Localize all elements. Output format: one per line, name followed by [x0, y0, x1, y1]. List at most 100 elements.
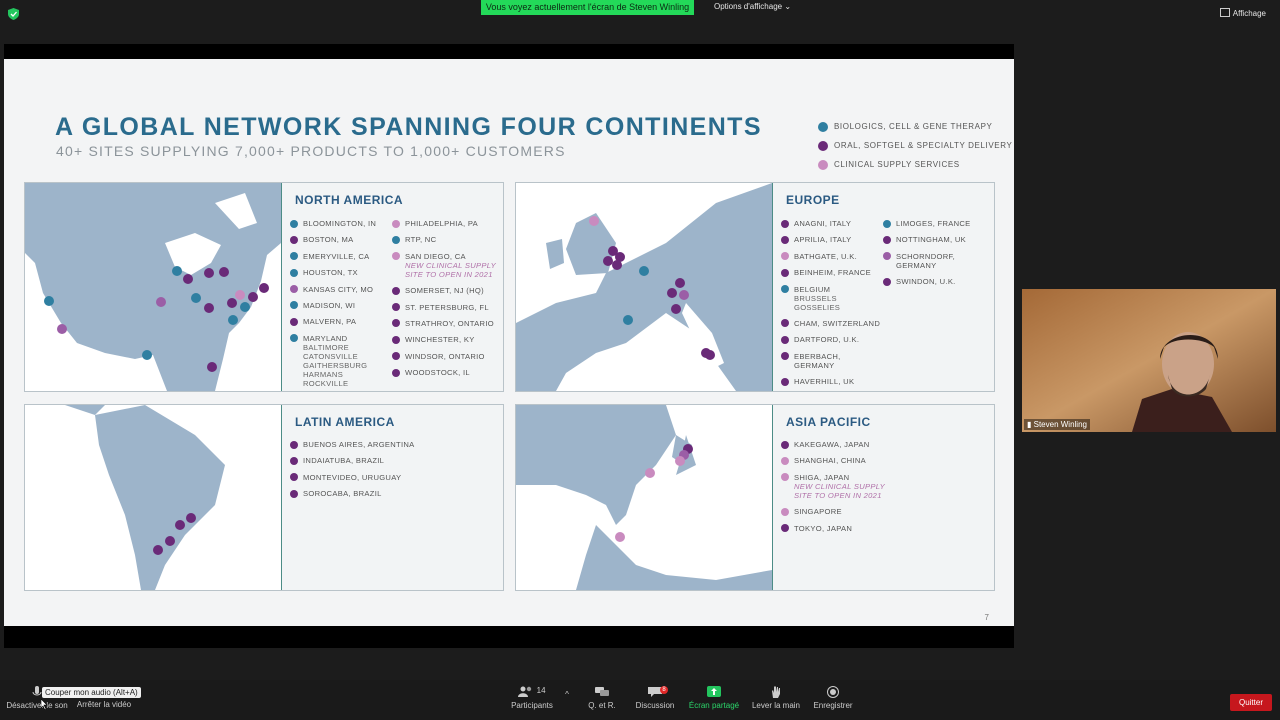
- site-marker-dot: [290, 252, 298, 261]
- site-name: BELGIUM: [794, 284, 831, 294]
- site-text: APRILIA, ITALY: [794, 235, 852, 244]
- panel-europe: EUROPE ANAGNI, ITALY APRILIA, ITALY BATHGA…: [515, 182, 995, 392]
- site-list: ANAGNI, ITALY APRILIA, ITALY BATHGATE, U.K…: [781, 219, 881, 391]
- site-name: APRILIA, ITALY: [794, 235, 852, 245]
- site-marker-dot: [781, 335, 789, 344]
- participants-menu-caret[interactable]: ^: [563, 690, 571, 699]
- stop-video-button[interactable]: Arrêter la vidéo: [76, 700, 132, 709]
- site-name: SOROCABA, BRAZIL: [303, 489, 382, 499]
- legend-item: BIOLOGICS, CELL & GENE THERAPY: [818, 117, 1012, 136]
- site-text: WINCHESTER, KY: [405, 335, 475, 344]
- site-text: INDAIATUBA, BRAZIL: [303, 456, 384, 465]
- site-list-item: KAKEGAWA, JAPAN: [781, 440, 981, 449]
- site-name: MARYLAND: [303, 333, 348, 343]
- qa-button[interactable]: Q. et R.: [586, 686, 618, 710]
- legend-label: CLINICAL SUPPLY SERVICES: [834, 160, 960, 169]
- share-screen-icon: [707, 686, 721, 697]
- site-text: MARYLAND BALTIMORE CATONSVILLE GAITHERSBU…: [303, 334, 367, 388]
- site-note: NEW CLINICAL SUPPLY SITE TO OPEN IN 2021: [405, 260, 496, 279]
- site-map-marker: [219, 267, 229, 277]
- share-screen-button[interactable]: Écran partagé: [688, 686, 740, 710]
- legend-dot: [818, 140, 828, 151]
- legend-label: ORAL, SOFTGEL & SPECIALTY DELIVERY: [834, 141, 1013, 150]
- security-shield-icon[interactable]: [8, 8, 19, 20]
- site-list-item: BLOOMINGTON, IN: [290, 219, 390, 228]
- site-map-marker: [705, 350, 715, 360]
- site-marker-dot: [781, 440, 789, 449]
- record-label: Enregistrer: [813, 701, 853, 710]
- view-options-dropdown[interactable]: Options d'affichage ⌄: [714, 2, 791, 11]
- site-list-item: NOTTINGHAM, UK: [883, 235, 991, 244]
- participants-button[interactable]: 14 Participants: [508, 686, 556, 710]
- site-list-item: BELGIUM BRUSSELS GOSSELIES: [781, 285, 881, 312]
- site-text: BOSTON, MA: [303, 235, 354, 244]
- chat-button[interactable]: Discussion: [634, 686, 676, 710]
- site-text: SHANGHAI, CHINA: [794, 456, 866, 465]
- site-map-marker: [153, 545, 163, 555]
- site-map-marker: [615, 532, 625, 542]
- site-name: DARTFORD, U.K.: [794, 335, 860, 345]
- participants-icon: [518, 686, 532, 697]
- site-map-marker: [57, 324, 67, 334]
- region-title: ASIA PACIFIC: [786, 415, 871, 429]
- site-text: STRATHROY, ONTARIO: [405, 319, 494, 328]
- site-marker-dot: [290, 285, 298, 294]
- quit-button[interactable]: Quitter: [1230, 694, 1272, 711]
- site-name: ST. PETERSBURG, FL: [405, 302, 489, 312]
- site-sublocations: BALTIMORE CATONSVILLE GAITHERSBURG HARMA…: [303, 342, 368, 388]
- record-icon: [827, 686, 839, 698]
- site-marker-dot: [290, 301, 298, 310]
- record-button[interactable]: Enregistrer: [810, 686, 856, 710]
- site-text: SOMERSET, NJ (HQ): [405, 286, 484, 295]
- view-button[interactable]: Affichage: [1219, 8, 1266, 18]
- site-name: BOSTON, MA: [303, 235, 354, 245]
- participant-video-tile[interactable]: [1022, 289, 1276, 432]
- site-map-marker: [675, 456, 685, 466]
- site-map-marker: [183, 274, 193, 284]
- site-map-marker: [240, 302, 250, 312]
- region-title: EUROPE: [786, 193, 840, 207]
- site-text: SINGAPORE: [794, 507, 842, 516]
- site-list: KAKEGAWA, JAPAN SHANGHAI, CHINA SHIGA, JAP…: [781, 440, 981, 540]
- site-name: CHAM, SWITZERLAND: [794, 318, 881, 328]
- site-name: SINGAPORE: [794, 507, 842, 517]
- site-list: BUENOS AIRES, ARGENTINA INDAIATUBA, BRAZI…: [290, 440, 490, 506]
- legend-label: BIOLOGICS, CELL & GENE THERAPY: [834, 122, 993, 131]
- site-list-item: ST. PETERSBURG, FL: [392, 303, 500, 312]
- site-list-item: CHAM, SWITZERLAND: [781, 319, 881, 328]
- site-text: ANAGNI, ITALY: [794, 219, 851, 228]
- site-list-item: SAN DIEGO, CA NEW CLINICAL SUPPLY SITE TO…: [392, 252, 500, 279]
- site-map-marker: [589, 216, 599, 226]
- site-marker-dot: [781, 219, 789, 228]
- site-marker-dot: [781, 252, 789, 261]
- site-map-marker: [156, 297, 166, 307]
- site-list-item: DARTFORD, U.K.: [781, 335, 881, 344]
- site-name: MALVERN, PA: [303, 317, 357, 327]
- site-marker-dot: [781, 473, 789, 482]
- site-list-item: RTP, NC: [392, 235, 500, 244]
- site-marker-dot: [883, 252, 891, 261]
- panel-latin-america: LATIN AMERICA BUENOS AIRES, ARGENTINA IND…: [24, 404, 504, 591]
- stop-video-label: Arrêter la vidéo: [76, 700, 132, 709]
- site-text: PHILADELPHIA, PA: [405, 219, 478, 228]
- qa-label: Q. et R.: [588, 701, 616, 710]
- mute-button-label: Désactiver le son: [6, 701, 68, 710]
- raise-hand-button[interactable]: Lever la main: [750, 686, 802, 710]
- site-name: BLOOMINGTON, IN: [303, 219, 377, 228]
- site-marker-dot: [290, 473, 298, 482]
- site-map-marker: [165, 536, 175, 546]
- site-list-item: MARYLAND BALTIMORE CATONSVILLE GAITHERSBU…: [290, 334, 390, 388]
- site-name: ANAGNI, ITALY: [794, 219, 852, 228]
- site-text: ST. PETERSBURG, FL: [405, 303, 489, 312]
- site-text: MADISON, WI: [303, 301, 355, 310]
- map-north-america: [25, 183, 282, 391]
- site-name: SHANGHAI, CHINA: [794, 456, 867, 466]
- site-note: NEW CLINICAL SUPPLY SITE TO OPEN IN 2021: [794, 481, 885, 500]
- site-marker-dot: [781, 524, 789, 533]
- site-map-marker: [259, 283, 269, 293]
- site-list-item: EMERYVILLE, CA: [290, 252, 390, 261]
- site-list-item: PHILADELPHIA, PA: [392, 219, 500, 228]
- site-text: MONTEVIDEO, URUGUAY: [303, 473, 401, 482]
- site-list-item: KANSAS CITY, MO: [290, 285, 390, 294]
- slide-subtitle: 40+ SITES SUPPLYING 7,000+ PRODUCTS TO 1…: [56, 143, 566, 159]
